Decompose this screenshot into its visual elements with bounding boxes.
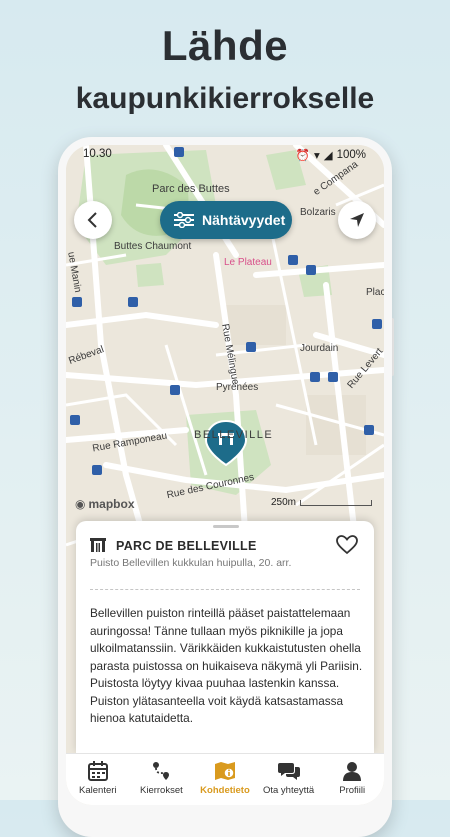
battery-level: 100% [336, 149, 366, 161]
tab-kierrokset[interactable]: Kierrokset [130, 754, 194, 805]
locate-me-button[interactable] [338, 201, 376, 239]
wifi-icon: ▾ [313, 150, 320, 162]
alarm-icon: ⏰ [295, 150, 310, 162]
headline-title: Lähde [161, 22, 289, 69]
route-icon [153, 762, 170, 780]
sheet-divider [90, 589, 360, 590]
place-description: Bellevillen puiston rinteillä pääset pai… [90, 606, 363, 725]
sliders-icon [174, 212, 194, 228]
headline-subtitle: kaupunkikierrokselle [75, 82, 375, 115]
user-icon [343, 762, 362, 781]
navigation-arrow-icon [350, 213, 364, 227]
tab-ota-yhteytta[interactable]: Ota yhteyttä [257, 754, 321, 805]
chat-icon [277, 763, 300, 780]
signal-icon: ◢ [323, 150, 333, 162]
phone-frame: Parc des Buttes Buttes Chaumont Le Plate… [58, 137, 392, 837]
info-map-icon [214, 762, 235, 780]
map-label-buttes-chaumont: Buttes Chaumont [114, 241, 192, 252]
map-label-jourdain: Jourdain [300, 343, 339, 354]
mapbox-attribution: ◉ mapbox [75, 497, 135, 511]
map-label-plac: Plac [366, 287, 384, 298]
tab-kalenteri[interactable]: Kalenteri [66, 754, 130, 805]
mapbox-logo-icon: ◉ [75, 497, 86, 511]
category-filter-button[interactable]: Nähtävyydet [160, 201, 292, 239]
gate-landmark-icon [90, 538, 106, 552]
map-label-pyrenees: Pyrénées [216, 382, 259, 393]
app-screen: Parc des Buttes Buttes Chaumont Le Plate… [66, 145, 384, 805]
back-button[interactable] [74, 201, 112, 239]
map-label-belleville: BELLEVILLE [194, 429, 274, 441]
status-time: 10.30 [83, 148, 112, 160]
sheet-drag-handle[interactable] [213, 525, 239, 528]
map-label-le-plateau: Le Plateau [224, 257, 272, 268]
place-subtitle: Puisto Bellevillen kukkulan huipulla, 20… [90, 557, 292, 569]
status-bar: 10.30 ⏰ ▾ ◢ 100% [66, 145, 384, 167]
place-title: PARC DE BELLEVILLE [116, 539, 257, 553]
calendar-icon [87, 761, 108, 781]
place-detail-sheet[interactable]: PARC DE BELLEVILLE Puisto Bellevillen ku… [76, 521, 374, 753]
tab-kohdetieto[interactable]: Kohdetieto [193, 754, 257, 805]
bottom-tab-bar: Kalenteri Kierrokset Kohdetieto Ota yhte… [66, 753, 384, 805]
chevron-left-icon [87, 212, 97, 228]
tab-profiili[interactable]: Profiili [320, 754, 384, 805]
map-scale: 250m [271, 497, 373, 508]
map-label-parc-buttes: Parc des Buttes [152, 183, 230, 195]
filter-label: Nähtävyydet [202, 212, 286, 228]
map-label-bolzaris: Bolzaris [300, 207, 336, 218]
heart-icon[interactable] [336, 535, 358, 555]
